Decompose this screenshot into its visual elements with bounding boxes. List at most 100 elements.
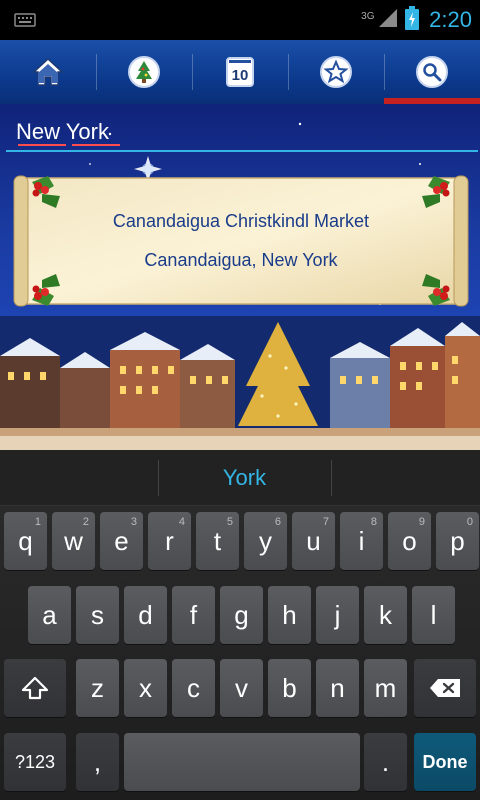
- key-w[interactable]: w2: [52, 512, 95, 570]
- key-h[interactable]: h: [268, 586, 311, 644]
- key-hint: 9: [418, 516, 425, 528]
- key-label: s: [91, 599, 104, 630]
- key-label: a: [42, 599, 57, 630]
- key-label: .: [381, 746, 390, 777]
- search-icon: [416, 56, 448, 88]
- key-label: x: [139, 672, 152, 703]
- key-g[interactable]: g: [220, 586, 263, 644]
- christmas-town-illustration: [0, 316, 480, 450]
- key-r[interactable]: r4: [148, 512, 191, 570]
- key-label: h: [282, 599, 297, 630]
- key-n[interactable]: n: [316, 659, 359, 717]
- tab-search[interactable]: [384, 40, 480, 104]
- suggestion-divider: [331, 460, 332, 496]
- key-label: b: [282, 672, 297, 703]
- key-o[interactable]: o9: [388, 512, 431, 570]
- symbols-key[interactable]: ?123: [4, 733, 66, 791]
- key-b[interactable]: b: [268, 659, 311, 717]
- key-hint: 0: [466, 516, 473, 528]
- key-label: i: [358, 525, 365, 556]
- key-label: z: [91, 672, 104, 703]
- key-a[interactable]: a: [28, 586, 71, 644]
- key-hint: 3: [130, 516, 137, 528]
- key-label: m: [374, 672, 397, 703]
- tab-home[interactable]: [0, 40, 96, 104]
- key-hint: 4: [178, 516, 185, 528]
- key-label: d: [138, 599, 153, 630]
- key-label: q: [18, 525, 33, 556]
- key-label: ?123: [14, 751, 56, 772]
- top10-icon: 10: [226, 57, 254, 87]
- keyboard-notification-icon: [14, 12, 36, 33]
- key-label: ,: [93, 746, 102, 777]
- key-label: c: [187, 672, 200, 703]
- key-hint: 5: [226, 516, 233, 528]
- tab-favorites[interactable]: [288, 40, 384, 104]
- suggestion-strip: York: [0, 450, 480, 506]
- shift-key[interactable]: [4, 659, 66, 717]
- top-toolbar: 10: [0, 40, 480, 104]
- key-hint: 6: [274, 516, 281, 528]
- result-title: Canandaigua Christkindl Market: [112, 211, 370, 231]
- key-hint: 1: [34, 516, 41, 528]
- network-type: 3G: [361, 10, 375, 22]
- key-k[interactable]: k: [364, 586, 407, 644]
- key-label: e: [114, 525, 129, 556]
- key-label: j: [334, 599, 341, 630]
- key-label: Done: [422, 751, 468, 772]
- key-label: v: [235, 672, 248, 703]
- spacebar[interactable]: [124, 733, 360, 791]
- key-i[interactable]: i8: [340, 512, 383, 570]
- key-m[interactable]: m: [364, 659, 407, 717]
- key-label: k: [379, 599, 392, 630]
- key-label: n: [330, 672, 345, 703]
- backspace-key[interactable]: [414, 659, 476, 717]
- backspace-icon: [430, 679, 460, 697]
- key-d[interactable]: d: [124, 586, 167, 644]
- suggestion-word[interactable]: York: [158, 450, 331, 506]
- home-icon: [32, 57, 64, 86]
- key-u[interactable]: u7: [292, 512, 335, 570]
- key-z[interactable]: z: [76, 659, 119, 717]
- key-label: y: [259, 525, 272, 556]
- soft-keyboard: q1 w2 e3 r4 t5 y6 u7 i8 o9 p0 a s d f g …: [0, 506, 480, 800]
- key-y[interactable]: y6: [244, 512, 287, 570]
- key-hint: 2: [82, 516, 89, 528]
- shift-icon: [21, 676, 49, 700]
- key-p[interactable]: p0: [436, 512, 479, 570]
- key-label: o: [402, 525, 417, 556]
- signal-icon: 3G: [361, 7, 399, 34]
- key-s[interactable]: s: [76, 586, 119, 644]
- key-l[interactable]: l: [412, 586, 455, 644]
- key-x[interactable]: x: [124, 659, 167, 717]
- key-f[interactable]: f: [172, 586, 215, 644]
- key-e[interactable]: e3: [100, 512, 143, 570]
- key-hint: 8: [370, 516, 377, 528]
- result-location: Canandaigua, New York: [144, 250, 338, 270]
- key-c[interactable]: c: [172, 659, 215, 717]
- spellcheck-underline: [18, 144, 66, 146]
- christmas-tree-icon: [128, 56, 160, 88]
- key-q[interactable]: q1: [4, 512, 47, 570]
- key-v[interactable]: v: [220, 659, 263, 717]
- comma-key[interactable]: ,: [76, 733, 119, 791]
- result-card[interactable]: Canandaigua Christkindl Market Canandaig…: [12, 172, 470, 310]
- key-label: r: [165, 525, 174, 556]
- tab-tree[interactable]: [96, 40, 192, 104]
- done-key[interactable]: Done: [414, 733, 476, 791]
- tab-top10[interactable]: 10: [192, 40, 288, 104]
- key-label: g: [234, 599, 249, 630]
- key-hint: 7: [322, 516, 329, 528]
- period-key[interactable]: .: [364, 733, 407, 791]
- key-label: f: [189, 599, 198, 630]
- key-label: l: [430, 599, 437, 630]
- key-label: u: [306, 525, 321, 556]
- search-field-container: [0, 104, 480, 156]
- key-t[interactable]: t5: [196, 512, 239, 570]
- key-label: t: [213, 525, 222, 556]
- spellcheck-underline: [72, 144, 120, 146]
- status-bar: 3G 2:20: [0, 0, 480, 40]
- key-label: p: [450, 525, 465, 556]
- key-j[interactable]: j: [316, 586, 359, 644]
- app-root: 3G 2:20 10 New York Canandaigua Christki…: [0, 0, 480, 800]
